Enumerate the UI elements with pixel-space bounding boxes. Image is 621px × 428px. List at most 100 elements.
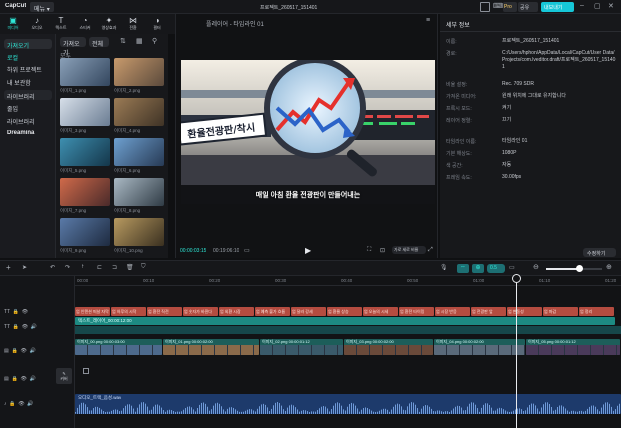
split-right-icon[interactable]: ⊐ [112, 264, 117, 271]
pro-badge[interactable]: Pro [503, 2, 517, 12]
link-icon[interactable]: ⊕ [472, 264, 484, 273]
zoom-out-icon[interactable]: ⊖ [533, 263, 539, 271]
preview-axis-icon[interactable]: ▭ [509, 264, 515, 271]
minimize-icon[interactable]: – [580, 2, 584, 9]
subtitle-clip[interactable]: 엄 환율 상승 [327, 307, 362, 316]
microphone-icon[interactable]: 🎙 [440, 264, 448, 271]
media-item[interactable]: 이미지_9.png [60, 218, 110, 256]
video-preview[interactable]: 환율전광판/착시 매일 아침 환율 전광판이 만들어내는 [181, 60, 435, 204]
sidebar-item-import[interactable]: 가져오기 [4, 39, 52, 49]
magnet-icon[interactable]: ⇔ [457, 264, 469, 273]
add-track-icon[interactable]: + [6, 263, 11, 272]
subtitle-clip[interactable]: 엄 숫자가 바뀐다 [183, 307, 218, 316]
waveform-bar [197, 408, 198, 414]
waveform-bar [365, 407, 366, 414]
sidebar-item-dreamina[interactable]: Dreamina [7, 130, 52, 139]
ratio-button[interactable]: 가로 세로 비율 [392, 246, 426, 254]
fullscreen-toggle-icon[interactable]: ▭ [244, 247, 250, 254]
video-clip[interactable]: 이미지_05.png 00:00:01:12 [526, 339, 620, 355]
tab-effects[interactable]: ✦ 영상효과 [100, 16, 118, 32]
sidebar-item-library[interactable]: 라이브러리 [4, 90, 52, 100]
subtitle-clip[interactable]: 엄 환전 타이밍 [399, 307, 434, 316]
text-clip[interactable]: 텍스트_레이어_00:00:12:00 [75, 317, 615, 325]
all-button[interactable]: 전체 [89, 37, 109, 48]
zoom-slider-handle[interactable] [576, 265, 583, 272]
media-item[interactable]: 이미지_1.png [60, 58, 110, 96]
delete-icon[interactable]: 🗑 [126, 264, 134, 271]
media-item[interactable]: 이미지_4.png [114, 98, 164, 136]
more-icon[interactable]: ≡ [426, 17, 430, 24]
media-thumbnail [60, 98, 110, 126]
zoom-value[interactable]: 0.5 [487, 264, 505, 273]
tab-sticker[interactable]: ◔ 스티커 [76, 16, 94, 32]
playhead[interactable] [516, 276, 517, 428]
waveform-bar [605, 402, 606, 414]
video-clip[interactable]: 이미지_02.png 00:00:01:12 [260, 339, 343, 355]
tab-transition[interactable]: ⋈ 전환 [124, 16, 142, 32]
playhead-handle[interactable] [512, 274, 521, 283]
sort-icon[interactable]: ⇅ [120, 37, 126, 45]
subtitle-clip[interactable]: 엄 예측 불가 흐름 [255, 307, 290, 316]
grid-icon[interactable]: ▦ [136, 37, 143, 45]
menu-button[interactable]: 메뉴 ▾ [30, 2, 54, 13]
play-icon[interactable]: ▶ [305, 246, 311, 255]
tab-audio[interactable]: ♪ 오디오 [28, 16, 46, 32]
share-button[interactable]: 공유 [518, 2, 538, 12]
video-clip[interactable]: 이미지_04.png 00:00:02:00 [434, 339, 525, 355]
split-icon[interactable]: ⟊ [82, 264, 84, 271]
import-button[interactable]: 가져오기 [60, 37, 86, 57]
subtitle-clip[interactable]: 엄 외환 시장 [219, 307, 254, 316]
subtitle-clip[interactable]: 엄 달러 강세 [291, 307, 326, 316]
zoom-in-icon[interactable]: ⊕ [606, 263, 612, 271]
redo-icon[interactable]: ↷ [65, 264, 70, 271]
export-button[interactable]: 내보내기 [541, 2, 574, 12]
video-clip[interactable]: 이미지_03.png 00:00:02:00 [344, 339, 433, 355]
media-item[interactable]: 이미지_7.png [60, 178, 110, 216]
sidebar-item-mybox[interactable]: 내 보관함 [7, 78, 52, 87]
crop-icon[interactable]: ⊡ [380, 247, 385, 254]
waveform-bar [311, 411, 312, 414]
subtitle-clip[interactable]: 엄 인텐션 떠날 자막 [75, 307, 110, 316]
subtitle-clip[interactable]: 엄 시장 반응 [435, 307, 470, 316]
sidebar-item-subproject[interactable]: 하위 프로젝트 [7, 65, 52, 74]
select-tool-icon[interactable]: ➤ [22, 264, 27, 271]
keyboard-icon[interactable]: ⌨ [493, 2, 503, 12]
subtitle-clip[interactable]: 엄 전광판 앞 [471, 307, 506, 316]
time-ruler[interactable]: 00:00 00:10 00:20 00:30 00:40 00:50 01:00 01:10… [75, 276, 621, 286]
media-item[interactable]: 이미지_2.png [114, 58, 164, 96]
tab-text[interactable]: T 텍스트 [52, 16, 70, 32]
maximize-icon[interactable]: ▢ [594, 2, 601, 10]
layout-icon[interactable] [480, 2, 490, 12]
scope-icon[interactable]: ⛶ [367, 247, 371, 254]
undo-icon[interactable]: ↶ [50, 264, 55, 271]
close-icon[interactable]: ✕ [608, 2, 614, 10]
subtitle-clip[interactable]: 엄 환전 직전 [147, 307, 182, 316]
tab-media[interactable]: ▣ 미디어 [4, 16, 22, 32]
subtitle-clip[interactable]: 엄 하루의 시작 [111, 307, 146, 316]
modify-button[interactable]: 수정하기 [583, 248, 616, 257]
shield-icon[interactable]: ⛉ [141, 264, 146, 271]
tab-filter[interactable]: ◑ 필터 [148, 16, 166, 32]
subtitle-clip[interactable]: 엄 마감 [543, 307, 578, 316]
media-item[interactable]: 이미지_6.png [114, 138, 164, 176]
sidebar-item-zoom[interactable]: 줄입 [7, 104, 52, 113]
video-clip[interactable]: 이미지_01.png 00:00:02:00 [163, 339, 259, 355]
cover-button[interactable]: ✎ 커버 [56, 368, 72, 384]
filter-icon[interactable]: ⚲ [152, 37, 157, 45]
sidebar-item-library2[interactable]: 라이브러리 [7, 117, 52, 126]
video-clip[interactable]: 이미지_00.png 00:00:03:00 [75, 339, 162, 355]
waveform-bar [615, 409, 616, 414]
subtitle-clip[interactable]: 엄 오늘의 시세 [363, 307, 398, 316]
audio-clip[interactable]: 오디오_트랙_음성.wav [75, 394, 621, 414]
zoom-slider[interactable] [546, 265, 602, 272]
media-item[interactable]: 이미지_10.png [114, 218, 164, 256]
media-item[interactable]: 이미지_5.png [60, 138, 110, 176]
waveform-bar [441, 411, 442, 414]
sidebar-item-local[interactable]: 로컬 [7, 53, 52, 62]
subtitle-clip[interactable]: 엄 변동성 [507, 307, 542, 316]
split-left-icon[interactable]: ⊏ [97, 264, 102, 271]
media-item[interactable]: 이미지_8.png [114, 178, 164, 216]
expand-icon[interactable]: ⤢ [428, 247, 433, 254]
subtitle-clip[interactable]: 엄 정리 [579, 307, 614, 316]
media-item[interactable]: 이미지_3.png [60, 98, 110, 136]
